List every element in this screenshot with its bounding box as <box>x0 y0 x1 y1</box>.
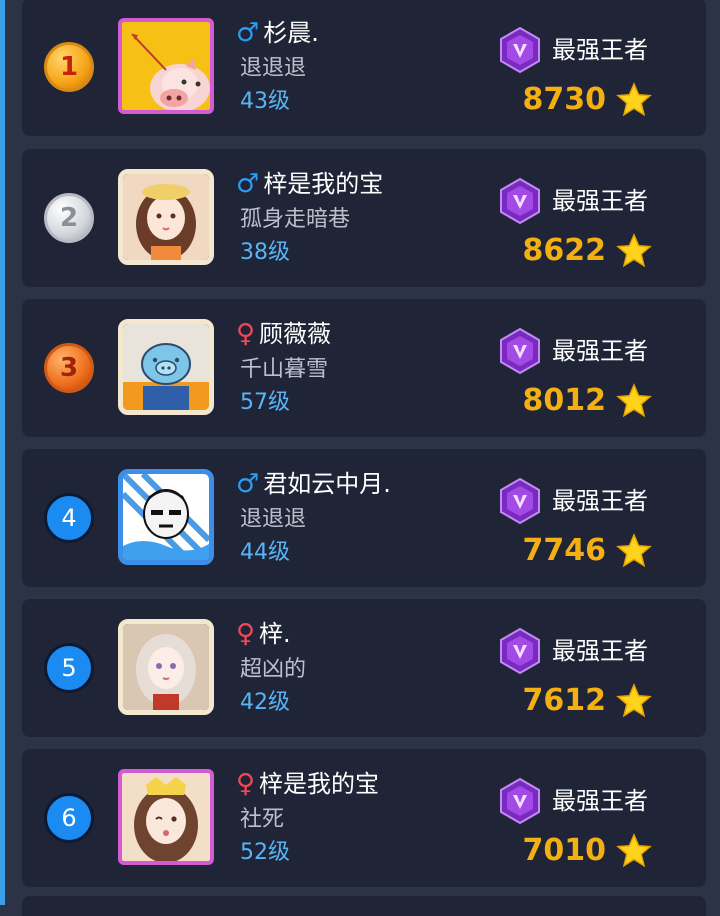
male-icon: ♂ <box>236 169 260 199</box>
star-icon <box>616 683 652 718</box>
star-icon <box>616 833 652 868</box>
score-value: 8012 <box>522 383 607 418</box>
player-title: 千山暮雪 <box>240 357 329 382</box>
player-name[interactable]: 君如云中月. <box>263 469 391 499</box>
tier-label: 最强王者 <box>552 637 648 665</box>
star-icon <box>616 233 652 268</box>
rank-number: 5 <box>61 654 77 682</box>
purple-gem-icon <box>500 627 540 675</box>
player-name[interactable]: 梓是我的宝 <box>259 769 379 799</box>
avatar[interactable] <box>118 769 214 865</box>
player-title: 退退退 <box>240 507 307 532</box>
side-accent-bar <box>0 0 5 905</box>
rank-circle-icon: 6 <box>44 793 94 843</box>
purple-gem-icon <box>500 177 540 225</box>
rank-number: 1 <box>59 52 79 82</box>
player-title: 超凶的 <box>240 657 307 682</box>
score-value: 8730 <box>522 82 607 117</box>
player-level: 38级 <box>240 240 290 265</box>
avatar[interactable] <box>118 18 214 114</box>
ranking-row[interactable]: 4 ♂ 君如云中月. 退退退 44级 最强王者 7746 <box>22 449 706 587</box>
player-name-line: ♀ 梓. <box>236 619 291 649</box>
star-icon <box>616 82 652 117</box>
female-icon: ♀ <box>236 319 256 349</box>
rank-number: 4 <box>61 504 77 532</box>
player-name-line: ♂ 梓是我的宝 <box>236 169 383 199</box>
female-icon: ♀ <box>236 619 256 649</box>
purple-gem-icon <box>500 477 540 525</box>
player-name-line: ♀ 梓是我的宝 <box>236 769 379 799</box>
purple-gem-icon <box>500 26 540 74</box>
player-title: 退退退 <box>240 56 307 81</box>
rank-medal-icon: 3 <box>44 343 94 393</box>
score-value: 8622 <box>522 233 607 268</box>
rank-medal-icon: 2 <box>44 193 94 243</box>
male-icon: ♂ <box>236 18 260 48</box>
player-name[interactable]: 杉晨. <box>263 18 319 48</box>
ranking-row[interactable]: 1 ♂ 杉晨. 退退退 43级 最强王者 8730 <box>22 0 706 136</box>
rank-circle-icon: 4 <box>44 493 94 543</box>
avatar[interactable] <box>118 469 214 565</box>
avatar[interactable] <box>118 319 214 415</box>
player-level: 52级 <box>240 840 290 865</box>
ranking-row[interactable]: 2 ♂ 梓是我的宝 孤身走暗巷 38级 最强王者 8622 <box>22 149 706 287</box>
player-name-line: ♀ 顾薇薇 <box>236 319 331 349</box>
rank-number: 3 <box>59 353 79 383</box>
tier-label: 最强王者 <box>552 36 648 64</box>
tier-label: 最强王者 <box>552 487 648 515</box>
player-name[interactable]: 顾薇薇 <box>259 319 331 349</box>
purple-gem-icon <box>500 777 540 825</box>
player-name-line: ♂ 杉晨. <box>236 18 319 48</box>
rank-number: 6 <box>61 804 77 832</box>
ranking-row[interactable]: 5 ♀ 梓. 超凶的 42级 最强王者 7612 <box>22 599 706 737</box>
player-level: 57级 <box>240 390 290 415</box>
score-value: 7746 <box>522 533 607 568</box>
next-ranking-row-edge <box>22 896 706 916</box>
rank-medal-icon: 1 <box>44 42 94 92</box>
avatar[interactable] <box>118 619 214 715</box>
rank-circle-icon: 5 <box>44 643 94 693</box>
player-name[interactable]: 梓是我的宝 <box>263 169 383 199</box>
avatar[interactable] <box>118 169 214 265</box>
female-icon: ♀ <box>236 769 256 799</box>
purple-gem-icon <box>500 327 540 375</box>
player-level: 42级 <box>240 690 290 715</box>
star-icon <box>616 533 652 568</box>
tier-label: 最强王者 <box>552 187 648 215</box>
player-level: 43级 <box>240 89 290 114</box>
ranking-row[interactable]: 3 ♀ 顾薇薇 千山暮雪 57级 最强王者 8012 <box>22 299 706 437</box>
player-title: 孤身走暗巷 <box>240 207 351 232</box>
player-level: 44级 <box>240 540 290 565</box>
score-value: 7612 <box>522 683 607 718</box>
star-icon <box>616 383 652 418</box>
tier-label: 最强王者 <box>552 787 648 815</box>
score-value: 7010 <box>522 833 607 868</box>
player-name-line: ♂ 君如云中月. <box>236 469 391 499</box>
player-name[interactable]: 梓. <box>259 619 291 649</box>
male-icon: ♂ <box>236 469 260 499</box>
rank-number: 2 <box>59 203 79 233</box>
ranking-row[interactable]: 6 ♀ 梓是我的宝 社死 52级 最强王者 7010 <box>22 749 706 887</box>
player-title: 社死 <box>240 807 285 832</box>
tier-label: 最强王者 <box>552 337 648 365</box>
